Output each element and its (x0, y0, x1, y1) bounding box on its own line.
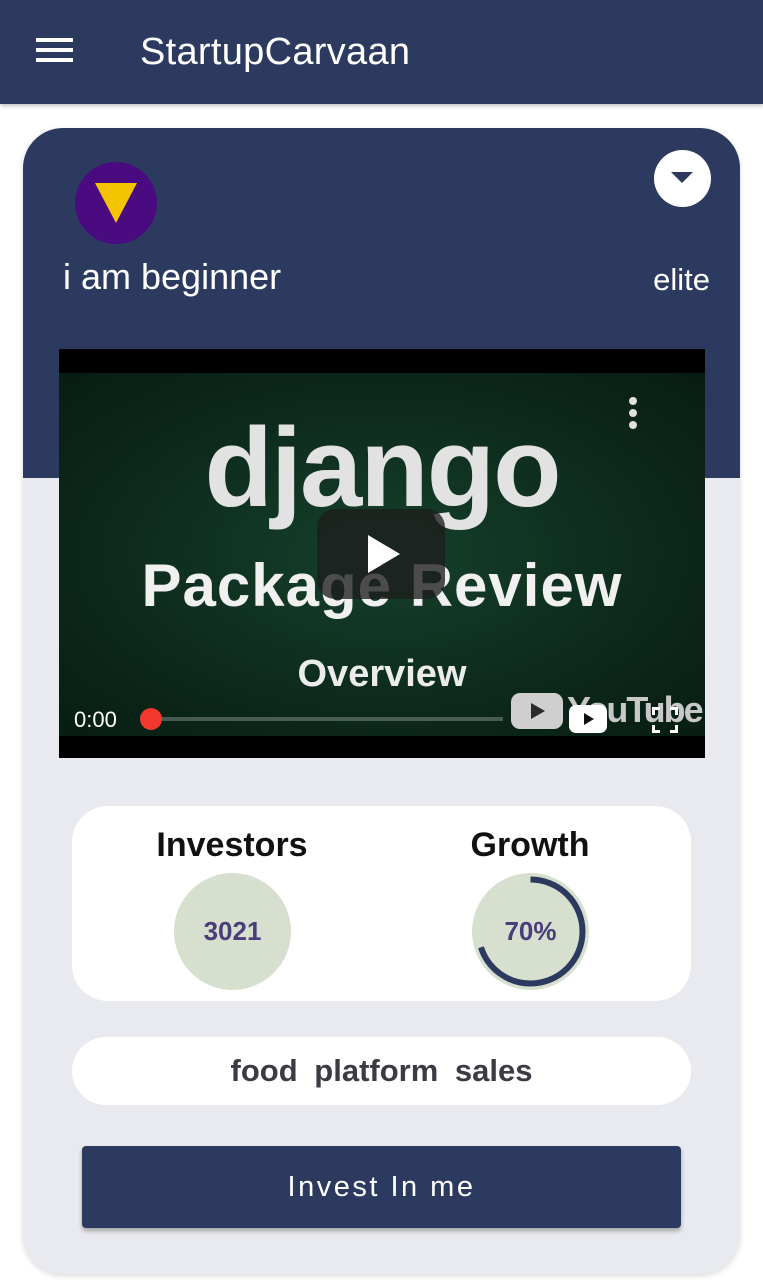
youtube-play-icon (511, 693, 563, 729)
stats-panel: Investors 3021 Growth 70% (72, 806, 691, 1001)
play-icon (368, 535, 400, 573)
growth-value: 70% (504, 916, 557, 946)
video-player[interactable]: django Package Review Overview 0:00 YouT… (59, 349, 705, 758)
avatar (75, 162, 157, 244)
more-options-icon[interactable] (629, 397, 639, 431)
tags-pill: food platform sales (72, 1037, 691, 1105)
profile-name: i am beginner (63, 256, 282, 297)
fullscreen-icon[interactable] (652, 707, 678, 733)
app-title: StartupCarvaan (140, 31, 411, 73)
tier-label: elite (653, 262, 710, 297)
startup-card: i am beginner elite django Package Revie… (23, 128, 740, 1274)
growth-label: Growth (470, 826, 590, 864)
app-bar: StartupCarvaan (0, 0, 763, 104)
watch-on-youtube-icon[interactable] (569, 705, 607, 733)
play-button[interactable] (317, 509, 445, 599)
video-time: 0:00 (74, 707, 117, 732)
video-progress-bar[interactable] (151, 717, 503, 721)
growth-circle: 70% (472, 873, 589, 990)
video-top-bar (59, 349, 705, 373)
investors-value: 3021 (203, 916, 262, 946)
dropdown-button[interactable] (654, 150, 711, 207)
investors-circle: 3021 (174, 873, 291, 990)
investors-label: Investors (156, 826, 308, 864)
invest-button[interactable]: Invest In me (82, 1146, 681, 1228)
chevron-down-icon (671, 172, 693, 183)
progress-scrubber[interactable] (140, 708, 162, 730)
video-bottom-bar (59, 736, 705, 758)
triangle-logo-icon (95, 183, 137, 223)
menu-icon[interactable] (36, 38, 74, 64)
